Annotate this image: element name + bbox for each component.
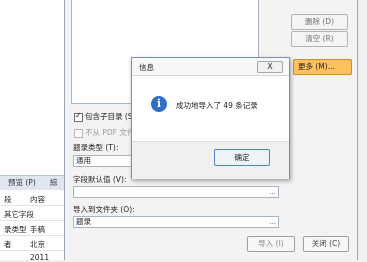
include-subdirs-label: 包含子目录 (S [85, 112, 133, 121]
field-table: 段 内容 其它字段 录类型 手稿 者 北京 2011 [0, 190, 70, 262]
info-message-dialog: 信息 X i 成功地导入了 49 条记录 确定 [131, 57, 290, 179]
record-type-select[interactable]: 通用 [73, 155, 135, 167]
table-row[interactable]: 录类型 [4, 224, 27, 235]
table-cell[interactable]: 2011 [30, 253, 49, 262]
field-default-browse-button[interactable]: ... [269, 187, 276, 197]
close-button[interactable]: 关闭 (C) [303, 236, 349, 252]
tab-other[interactable]: 綜 [50, 177, 58, 188]
import-folder-value: 题录 [76, 217, 91, 226]
tab-preview[interactable]: 预览 (P) [8, 177, 36, 188]
message-text: 成功地导入了 49 条记录 [176, 101, 258, 110]
exclude-pdf-label: 不从 PDF 文件 [85, 128, 135, 137]
dialog-title-bar[interactable]: 信息 X [132, 58, 289, 76]
table-header: 段 [4, 195, 12, 204]
table-cell[interactable]: 手稿 [30, 224, 45, 235]
table-cell[interactable]: 北京 [30, 239, 45, 250]
background-tabs: 预览 (P) 綜 [0, 175, 70, 191]
import-button[interactable]: 导入 (I) [247, 236, 295, 252]
clear-button[interactable]: 清空 (R) [291, 31, 348, 47]
delete-button[interactable]: 删除 (D) [291, 14, 348, 30]
field-default-input[interactable]: ... [73, 186, 279, 198]
exclude-pdf-checkbox[interactable] [74, 129, 83, 138]
ok-button[interactable]: 确定 [214, 149, 270, 166]
import-folder-input[interactable]: 题录 ... [73, 216, 279, 228]
info-icon: i [151, 96, 167, 112]
dialog-title: 信息 [139, 63, 154, 72]
include-subdirs-checkbox[interactable] [74, 111, 83, 122]
table-row[interactable]: 者 [4, 239, 12, 250]
field-default-label: 字段默认值 (V): [73, 175, 127, 184]
table-header: 内容 [30, 195, 45, 204]
import-folder-browse-button[interactable]: ... [269, 217, 276, 227]
close-icon[interactable]: X [257, 61, 283, 73]
dialog-footer: 确定 [132, 141, 289, 179]
record-type-label: 题录类型 (T): [73, 143, 119, 152]
more-button[interactable]: 更多 (M)... [293, 59, 352, 75]
import-folder-label: 导入到文件夹 (O): [73, 205, 135, 214]
table-row[interactable]: 其它字段 [4, 209, 34, 220]
